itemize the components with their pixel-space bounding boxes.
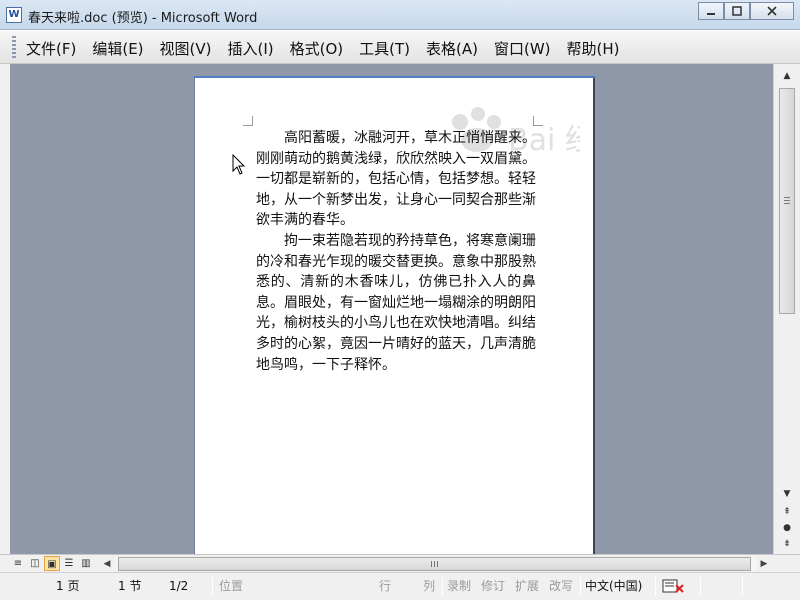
scroll-left-arrow-icon[interactable]: ◀ — [100, 557, 114, 571]
status-column: 列 — [423, 579, 436, 593]
menu-insert[interactable]: 插入(I) — [228, 38, 274, 59]
document-body[interactable]: 高阳蓄暖，冰融河开，草木正悄悄醒来。刚刚萌动的鹅黄浅绿，欣欣然映入一双眉黛。一切… — [256, 128, 536, 375]
spelling-check-book-icon[interactable] — [661, 578, 685, 594]
vertical-scrollbar[interactable]: ▲ ▼ ⇞ ● ⇟ — [773, 64, 800, 554]
scroll-thumb-grip — [784, 197, 790, 205]
web-layout-view-icon[interactable]: ◫ — [27, 556, 43, 571]
page-top-border — [194, 76, 595, 78]
status-page-of: 1/2 — [169, 579, 189, 593]
status-separator — [742, 577, 743, 596]
scroll-up-arrow-icon[interactable]: ▲ — [779, 68, 795, 84]
menu-help[interactable]: 帮助(H) — [567, 38, 620, 59]
scroll-right-arrow-icon[interactable]: ▶ — [757, 557, 771, 571]
outline-view-icon[interactable]: ☰ — [61, 556, 77, 571]
normal-view-icon[interactable]: ≡ — [10, 556, 26, 571]
maximize-icon — [732, 6, 742, 16]
reading-layout-view-icon[interactable]: ▥ — [78, 556, 94, 571]
status-separator — [655, 577, 656, 596]
status-separator — [212, 577, 213, 596]
window-controls — [698, 2, 794, 20]
status-separator — [442, 577, 443, 596]
menu-items: 文件(F) 编辑(E) 视图(V) 插入(I) 格式(O) 工具(T) 表格(A… — [26, 38, 636, 59]
status-section: 1 节 — [118, 579, 142, 593]
print-layout-view-icon[interactable]: ▣ — [44, 556, 60, 571]
status-separator — [580, 577, 581, 596]
minimize-icon — [707, 13, 715, 15]
select-browse-object-icon[interactable]: ● — [779, 520, 795, 536]
left-margin-bar — [0, 64, 10, 554]
close-icon — [767, 6, 777, 16]
next-page-icon[interactable]: ⇟ — [779, 536, 795, 552]
menu-tools[interactable]: 工具(T) — [359, 38, 410, 59]
previous-page-icon[interactable]: ⇞ — [779, 504, 795, 520]
menu-view[interactable]: 视图(V) — [160, 38, 212, 59]
menu-table[interactable]: 表格(A) — [426, 38, 478, 59]
status-line: 行 — [379, 579, 392, 593]
toolbar-grip-handle[interactable] — [12, 36, 16, 58]
close-button[interactable] — [750, 2, 794, 20]
paragraph-1: 高阳蓄暖，冰融河开，草木正悄悄醒来。刚刚萌动的鹅黄浅绿，欣欣然映入一双眉黛。一切… — [256, 130, 536, 229]
scroll-down-arrow-icon[interactable]: ▼ — [779, 486, 795, 502]
margin-corner-top-left — [243, 116, 253, 126]
menu-bar: 文件(F) 编辑(E) 视图(V) 插入(I) 格式(O) 工具(T) 表格(A… — [0, 31, 800, 64]
menu-file[interactable]: 文件(F) — [26, 38, 76, 59]
status-page: 1 页 — [56, 579, 80, 593]
horizontal-scroll-thumb[interactable] — [118, 557, 751, 571]
paragraph-2: 拘一束若隐若现的矜持草色，将寒意阑珊的冷和春光乍现的暖交替更换。意象中那股熟悉的… — [256, 232, 536, 373]
word-document-icon[interactable]: W — [6, 7, 22, 23]
vertical-scroll-thumb[interactable] — [779, 88, 795, 314]
hscroll-thumb-grip — [431, 561, 439, 567]
menu-window[interactable]: 窗口(W) — [494, 38, 551, 59]
minimize-button[interactable] — [698, 2, 724, 20]
status-overtype[interactable]: 改写 — [549, 578, 573, 595]
status-position: 位置 — [219, 579, 244, 593]
status-revision[interactable]: 修订 — [481, 578, 505, 595]
status-separator — [700, 577, 701, 596]
menu-format[interactable]: 格式(O) — [290, 38, 344, 59]
status-record[interactable]: 录制 — [447, 578, 471, 595]
status-language: 中文(中国) — [585, 579, 643, 593]
title-bar: W 春天来啦.doc (预览) - Microsoft Word — [0, 0, 800, 30]
maximize-button[interactable] — [724, 2, 750, 20]
status-extend[interactable]: 扩展 — [515, 578, 539, 595]
view-and-hscroll-bar: ≡ ◫ ▣ ☰ ▥ ◀ ▶ — [0, 554, 800, 572]
mouse-pointer-icon — [232, 154, 246, 175]
status-bar: 1 页 1 节 1/2 位置 行 列 录制 修订 扩展 改写 中文(中国) — [0, 572, 800, 600]
menu-edit[interactable]: 编辑(E) — [92, 38, 143, 59]
window-title: 春天来啦.doc (预览) - Microsoft Word — [28, 11, 258, 26]
